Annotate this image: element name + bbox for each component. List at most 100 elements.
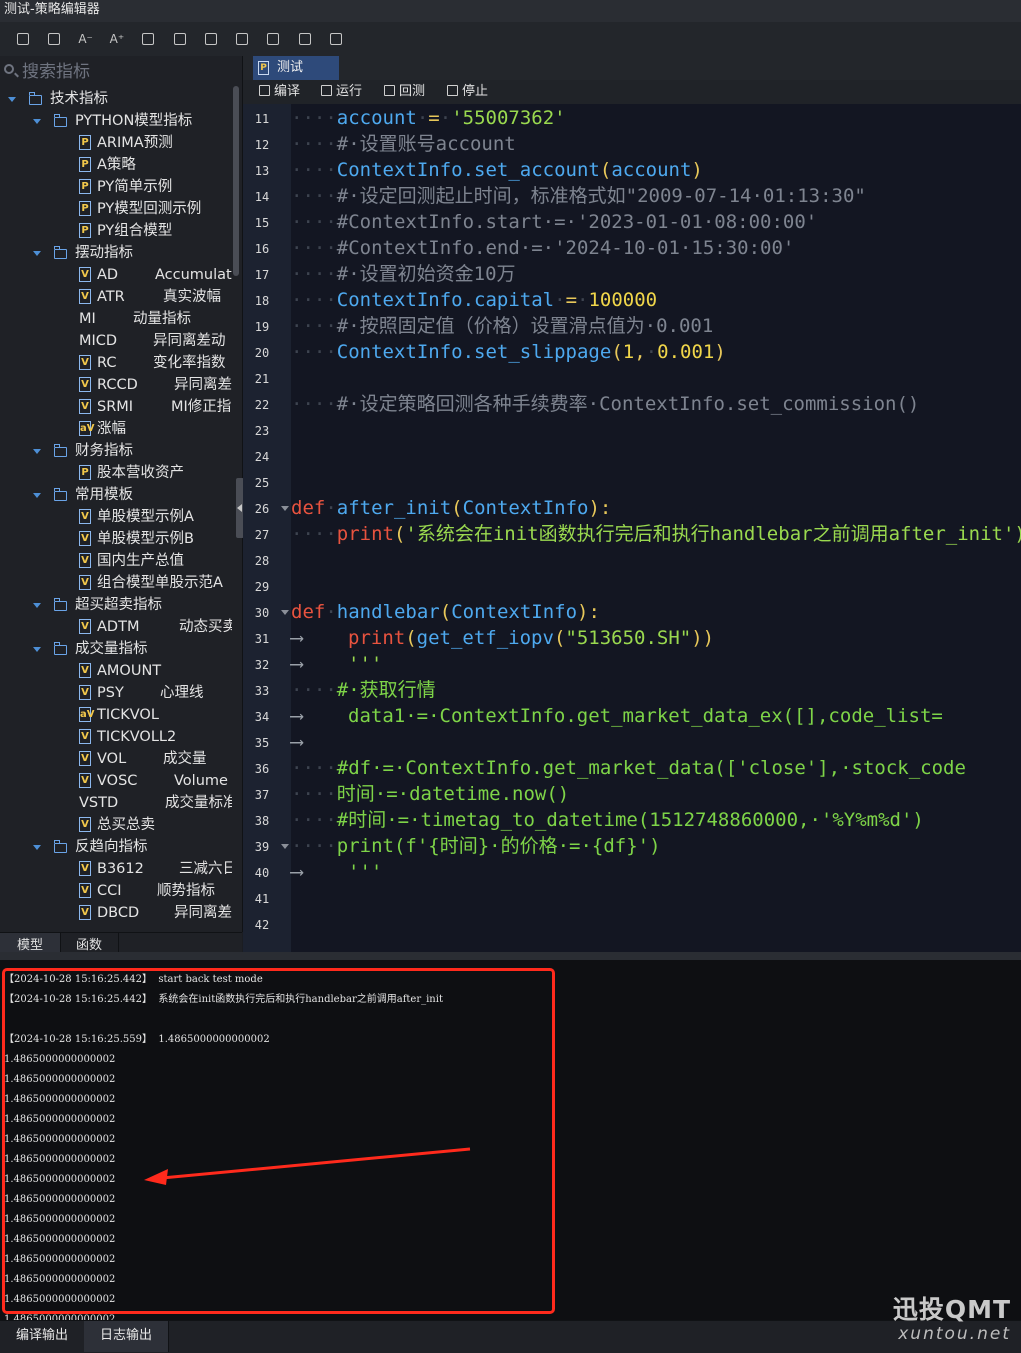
code-line[interactable]: ⟶ ''' xyxy=(291,651,382,677)
code-line[interactable]: ⟶ xyxy=(291,729,348,755)
tree-item[interactable]: DBCD xyxy=(97,902,139,924)
tree-item[interactable]: MI xyxy=(79,308,96,330)
code-line[interactable]: ····print('系统会在init函数执行完后和执行handlebar之前调… xyxy=(291,521,1021,547)
tree-folder[interactable]: PYTHON模型指标 xyxy=(75,110,192,132)
tree-folder[interactable]: 超买超卖指标 xyxy=(75,594,162,616)
fold-arrow-icon[interactable] xyxy=(281,506,289,511)
tree-scrollbar-thumb[interactable] xyxy=(233,86,239,276)
tree-item[interactable]: 单股模型示例A xyxy=(97,506,194,528)
tree-item[interactable]: RCCD xyxy=(97,374,138,396)
tab-log-output[interactable]: 日志输出 xyxy=(84,1321,169,1352)
tree-item[interactable]: ATR xyxy=(97,286,125,308)
tree-item[interactable]: VOSC xyxy=(97,770,137,792)
code-line[interactable]: ⟶ print(get_etf_iopv("513650.SH")) xyxy=(291,625,714,651)
expand-arrow-icon[interactable] xyxy=(33,647,41,652)
code-line[interactable]: ····#时间·=·timetag_to_datetime(1512748860… xyxy=(291,807,924,833)
tree-item[interactable]: ARIMA预测 xyxy=(97,132,173,154)
save-icon[interactable] xyxy=(15,31,31,47)
tab-compile-output[interactable]: 编译输出 xyxy=(0,1321,85,1352)
tree-item[interactable]: AMOUNT xyxy=(97,660,161,682)
save-all-icon[interactable] xyxy=(46,31,62,47)
tree-item[interactable]: 股本营收资产 xyxy=(97,462,184,484)
code-line[interactable]: ····#·设置账号account xyxy=(291,131,516,157)
run-button[interactable]: 运行 xyxy=(321,80,362,104)
compile-button[interactable]: 编译 xyxy=(259,80,300,104)
tree-item[interactable]: MICD xyxy=(79,330,117,352)
code-line[interactable]: ····ContextInfo.set_slippage(1,·0.001) xyxy=(291,339,726,365)
tree-folder[interactable]: 摆动指标 xyxy=(75,242,133,264)
tree-folder[interactable]: 常用模板 xyxy=(75,484,133,506)
tree-item[interactable]: TICKVOL xyxy=(97,704,159,726)
code-line[interactable]: ····#df·=·ContextInfo.get_market_data(['… xyxy=(291,755,966,781)
code-line[interactable]: ····时间·=·datetime.now() xyxy=(291,781,569,807)
tree-item[interactable]: 单股模型示例B xyxy=(97,528,194,550)
expand-arrow-icon[interactable] xyxy=(8,97,16,102)
code-line[interactable]: ····#·设定策略回测各种手续费率·ContextInfo.set_commi… xyxy=(291,391,919,417)
tree-item[interactable]: 国内生产总值 xyxy=(97,550,184,572)
tree-item[interactable]: 组合模型单股示范A xyxy=(97,572,223,594)
font-increase-icon[interactable]: A⁺ xyxy=(109,31,125,47)
code-line[interactable]: ····#·设置初始资金10万 xyxy=(291,261,516,287)
expand-arrow-icon[interactable] xyxy=(33,449,41,454)
code-editor[interactable]: 11 12 13 14 15 16 17 18 19 20 21 22 23 24 25 26 27 28 29 30… xyxy=(243,104,1021,952)
replace-icon[interactable] xyxy=(234,31,250,47)
code-line[interactable]: ⟶ ''' xyxy=(291,859,382,885)
tree-item[interactable]: TICKVOLL2 xyxy=(97,726,176,748)
code-token: ContextInfo.set_slippage xyxy=(336,341,612,363)
expand-arrow-icon[interactable] xyxy=(33,845,41,850)
settings-icon[interactable] xyxy=(297,31,313,47)
expand-arrow-icon[interactable] xyxy=(33,251,41,256)
panel-splitter[interactable] xyxy=(0,952,1021,960)
code-line[interactable]: ····#ContextInfo.start·=·'2023-01-01·08:… xyxy=(291,209,817,235)
help-icon[interactable] xyxy=(328,31,344,47)
code-line[interactable]: ⟶ data1·=·ContextInfo.get_market_data_ex(… xyxy=(291,703,943,729)
tree-item[interactable]: AD xyxy=(97,264,118,286)
compile-icon[interactable] xyxy=(265,31,281,47)
tree-folder[interactable]: 财务指标 xyxy=(75,440,133,462)
indicator-file-icon: V xyxy=(79,751,91,766)
tree-item[interactable]: B3612 xyxy=(97,858,144,880)
tree-folder[interactable]: 技术指标 xyxy=(50,88,108,110)
code-line[interactable]: def·handlebar(ContextInfo): xyxy=(291,599,600,625)
stop-button[interactable]: 停止 xyxy=(447,80,488,104)
code-line[interactable]: ····account·=·'55007362' xyxy=(291,105,566,131)
tree-item[interactable]: VSTD xyxy=(79,792,118,814)
code-line[interactable]: ····#·按照固定值（价格）设置滑点值为·0.001 xyxy=(291,313,713,339)
tree-item[interactable]: ADTM xyxy=(97,616,139,638)
tree-item[interactable]: PY模型回测示例 xyxy=(97,198,201,220)
tree-item[interactable]: A策略 xyxy=(97,154,136,176)
expand-arrow-icon[interactable] xyxy=(33,119,41,124)
tree-item-description: MI修正指 xyxy=(171,399,232,415)
code-line[interactable]: ····ContextInfo.capital·=·100000 xyxy=(291,287,657,313)
code-line[interactable]: ····#ContextInfo.end·=·'2024-10-01·15:30… xyxy=(291,235,794,261)
tree-folder[interactable]: 反趋向指标 xyxy=(75,836,148,858)
import-icon[interactable] xyxy=(140,31,156,47)
tree-item[interactable]: PY组合模型 xyxy=(97,220,172,242)
tree-item[interactable]: CCI xyxy=(97,880,122,902)
tree-item[interactable]: 涨幅 xyxy=(97,418,126,440)
tree-item[interactable]: SRMI xyxy=(97,396,133,418)
tree-item[interactable]: PSY xyxy=(97,682,124,704)
code-area[interactable]: ····account·=·'55007362' ····#·设置账号accoun… xyxy=(291,104,1021,952)
search-bar[interactable] xyxy=(0,58,240,86)
export-icon[interactable] xyxy=(172,31,188,47)
editor-tab-test[interactable]: P 测试 xyxy=(253,56,339,80)
code-line[interactable]: ····#·获取行情 xyxy=(291,677,436,703)
code-line[interactable]: ····print(f'{时间}·的价格·=·{df}') xyxy=(291,833,661,859)
tree-item[interactable]: PY简单示例 xyxy=(97,176,172,198)
backtest-button[interactable]: 回测 xyxy=(384,80,425,104)
expand-arrow-icon[interactable] xyxy=(33,603,41,608)
expand-arrow-icon[interactable] xyxy=(33,493,41,498)
fold-arrow-icon[interactable] xyxy=(281,610,289,615)
tree-item[interactable]: VOL xyxy=(97,748,126,770)
tree-item[interactable]: 总买总卖 xyxy=(97,814,155,836)
code-line[interactable]: ····ContextInfo.set_account(account) xyxy=(291,157,703,183)
fold-arrow-icon[interactable] xyxy=(281,844,289,849)
find-icon[interactable] xyxy=(203,31,219,47)
code-line[interactable]: ····#·设定回测起止时间，标准格式如"2009-07-14·01:13:30… xyxy=(291,183,866,209)
search-input[interactable] xyxy=(20,58,234,86)
code-line[interactable]: def·after_init(ContextInfo): xyxy=(291,495,611,521)
font-decrease-icon[interactable]: A⁻ xyxy=(78,31,94,47)
tree-item[interactable]: RC xyxy=(97,352,116,374)
tree-folder[interactable]: 成交量指标 xyxy=(75,638,148,660)
